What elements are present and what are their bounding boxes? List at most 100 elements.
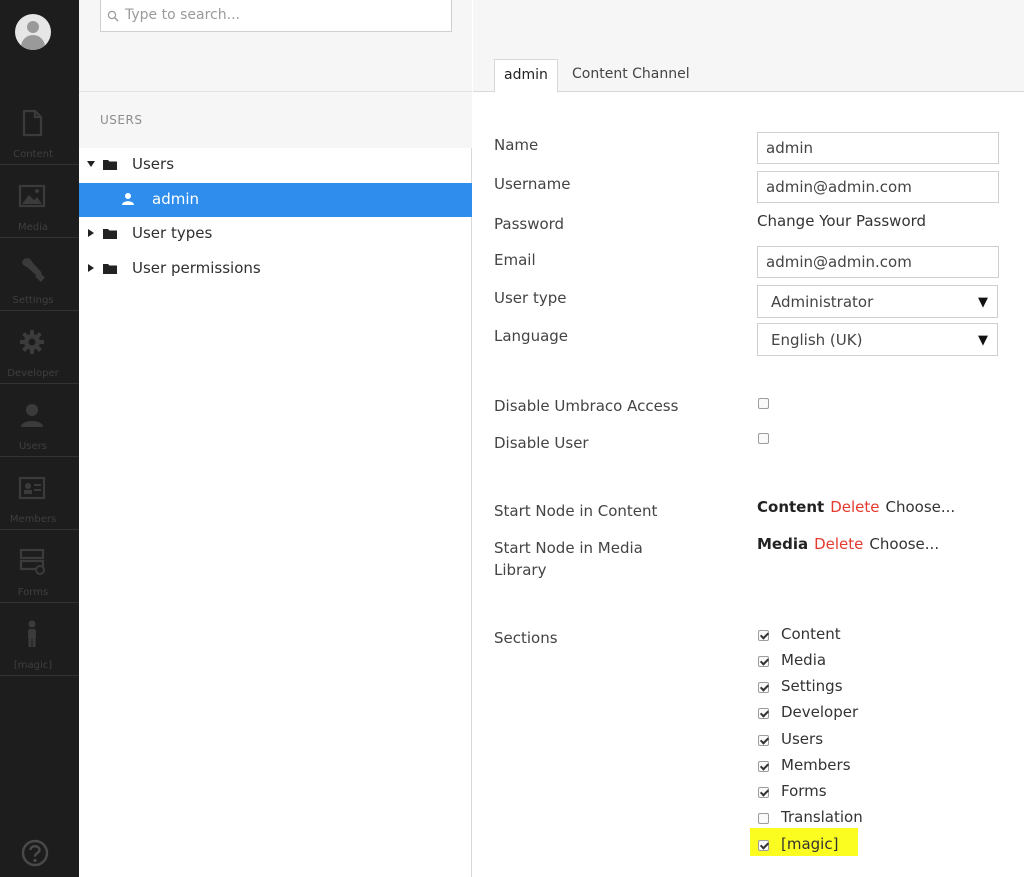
rail-section-forms[interactable]: Forms <box>0 530 79 603</box>
section-checkbox[interactable] <box>758 682 769 693</box>
section-option-label: Media <box>781 651 827 669</box>
caret-down-icon[interactable] <box>87 160 95 168</box>
rail-label: Developer <box>7 368 59 379</box>
rail-section-developer[interactable]: Developer <box>0 311 79 384</box>
tree-panel: USERS Users admin User types User permis… <box>79 0 472 877</box>
user-type-value: Administrator <box>771 293 874 311</box>
section-checkbox[interactable] <box>758 735 769 746</box>
disable-user-checkbox[interactable] <box>758 433 769 444</box>
rail-section-content[interactable]: Content <box>0 92 79 165</box>
disable-umbraco-access-label: Disable Umbraco Access <box>494 397 679 415</box>
user-type-select[interactable]: Administrator ▼ <box>757 285 998 318</box>
section-option-label: Settings <box>781 677 843 695</box>
tree-node-label: User permissions <box>132 259 261 277</box>
section-checkbox[interactable] <box>758 787 769 798</box>
dropdown-arrow-icon: ▼ <box>978 333 988 348</box>
gear-icon <box>20 330 44 354</box>
email-field[interactable]: admin@admin.com <box>757 246 999 278</box>
language-label: Language <box>494 327 569 345</box>
caret-right-icon[interactable] <box>87 229 95 237</box>
caret-right-icon[interactable] <box>87 264 95 272</box>
username-field[interactable]: admin@admin.com <box>757 171 999 203</box>
user-editor: admin Content Channel Name admin Usernam… <box>473 0 1024 877</box>
start-node-media-label-line1: Start Node in Media <box>494 539 643 557</box>
disable-user-label: Disable User <box>494 434 589 452</box>
start-node-media-name: Media <box>757 535 809 553</box>
section-checkbox[interactable] <box>758 708 769 719</box>
tree-section-title: USERS <box>100 113 143 127</box>
disable-umbraco-access-checkbox[interactable] <box>758 398 769 409</box>
tab-admin[interactable]: admin <box>494 59 558 93</box>
avatar-head <box>27 21 39 33</box>
rail-section-media[interactable]: Media <box>0 165 79 238</box>
start-node-content-name: Content <box>757 498 825 516</box>
user-type-label: User type <box>494 289 567 307</box>
start-node-content-label: Start Node in Content <box>494 502 658 520</box>
tree-search-box[interactable] <box>100 0 452 32</box>
avatar-body <box>21 35 45 50</box>
user-icon <box>122 193 134 205</box>
section-option-label: Forms <box>781 782 827 800</box>
id-card-icon <box>18 476 46 500</box>
image-icon <box>18 184 46 208</box>
rail-label: Users <box>18 441 47 452</box>
search-icon <box>107 10 119 22</box>
rail-label: Content <box>13 149 53 160</box>
user-avatar[interactable] <box>15 14 51 50</box>
rail-label: Forms <box>17 587 49 598</box>
rail-label: Media <box>17 222 49 233</box>
section-option-label: Users <box>781 730 824 748</box>
rail-label: [magic] <box>13 660 53 671</box>
wrench-icon <box>22 258 45 282</box>
section-checkbox[interactable] <box>758 630 769 641</box>
tree-header-divider <box>79 91 472 92</box>
start-node-media-label: Start Node in Media Library <box>494 537 643 581</box>
app-section-rail: Content Media Settings Developer Users M… <box>0 0 79 877</box>
start-node-content-delete[interactable]: Delete <box>830 498 879 516</box>
person-icon <box>28 620 36 647</box>
language-select[interactable]: English (UK) ▼ <box>757 323 998 356</box>
section-checkbox[interactable] <box>758 761 769 772</box>
rail-label: Settings <box>12 295 54 306</box>
dropdown-arrow-icon: ▼ <box>978 295 988 310</box>
change-password-link[interactable]: Change Your Password <box>757 212 926 230</box>
folder-icon <box>103 229 117 239</box>
start-node-content-picker: Content Delete Choose... <box>757 498 955 516</box>
tree-header: USERS <box>79 0 472 148</box>
tree-node-user-types[interactable]: User types <box>79 217 472 251</box>
password-label: Password <box>494 215 565 233</box>
rail-section-settings[interactable]: Settings <box>0 238 79 311</box>
search-input[interactable] <box>123 4 443 26</box>
tree-node-label: Users <box>132 155 175 173</box>
section-checkbox[interactable] <box>758 840 769 851</box>
tree-node-label: User types <box>132 224 213 242</box>
tab-content-channel[interactable]: Content Channel <box>563 59 699 93</box>
forms-icon <box>19 548 45 575</box>
tree-node-users[interactable]: Users <box>79 148 472 182</box>
section-option-label: Members <box>781 756 851 774</box>
editor-tab-bar: admin Content Channel <box>473 0 1024 93</box>
section-option-label: Developer <box>781 703 859 721</box>
rail-section-members[interactable]: Members <box>0 457 79 530</box>
rail-section-users[interactable]: Users <box>0 384 79 457</box>
start-node-media-choose[interactable]: Choose... <box>869 535 939 553</box>
name-field[interactable]: admin <box>757 132 999 164</box>
rail-section-magic[interactable]: [magic] <box>0 603 79 676</box>
section-checkbox[interactable] <box>758 813 769 824</box>
section-checkbox[interactable] <box>758 656 769 667</box>
document-icon <box>22 109 43 137</box>
tree-node-user-permissions[interactable]: User permissions <box>79 252 472 286</box>
start-node-content-choose[interactable]: Choose... <box>885 498 955 516</box>
rail-label: Members <box>9 514 57 525</box>
tree-node-admin[interactable]: admin <box>79 183 472 217</box>
folder-icon <box>103 160 117 170</box>
start-node-media-delete[interactable]: Delete <box>814 535 863 553</box>
start-node-media-picker: Media Delete Choose... <box>757 535 939 553</box>
folder-icon <box>103 264 117 274</box>
tree-node-label: admin <box>152 190 199 208</box>
help-icon[interactable] <box>20 838 50 868</box>
section-option-label: [magic] <box>781 835 839 853</box>
username-label: Username <box>494 175 571 193</box>
user-icon <box>21 404 43 427</box>
email-label: Email <box>494 251 536 269</box>
